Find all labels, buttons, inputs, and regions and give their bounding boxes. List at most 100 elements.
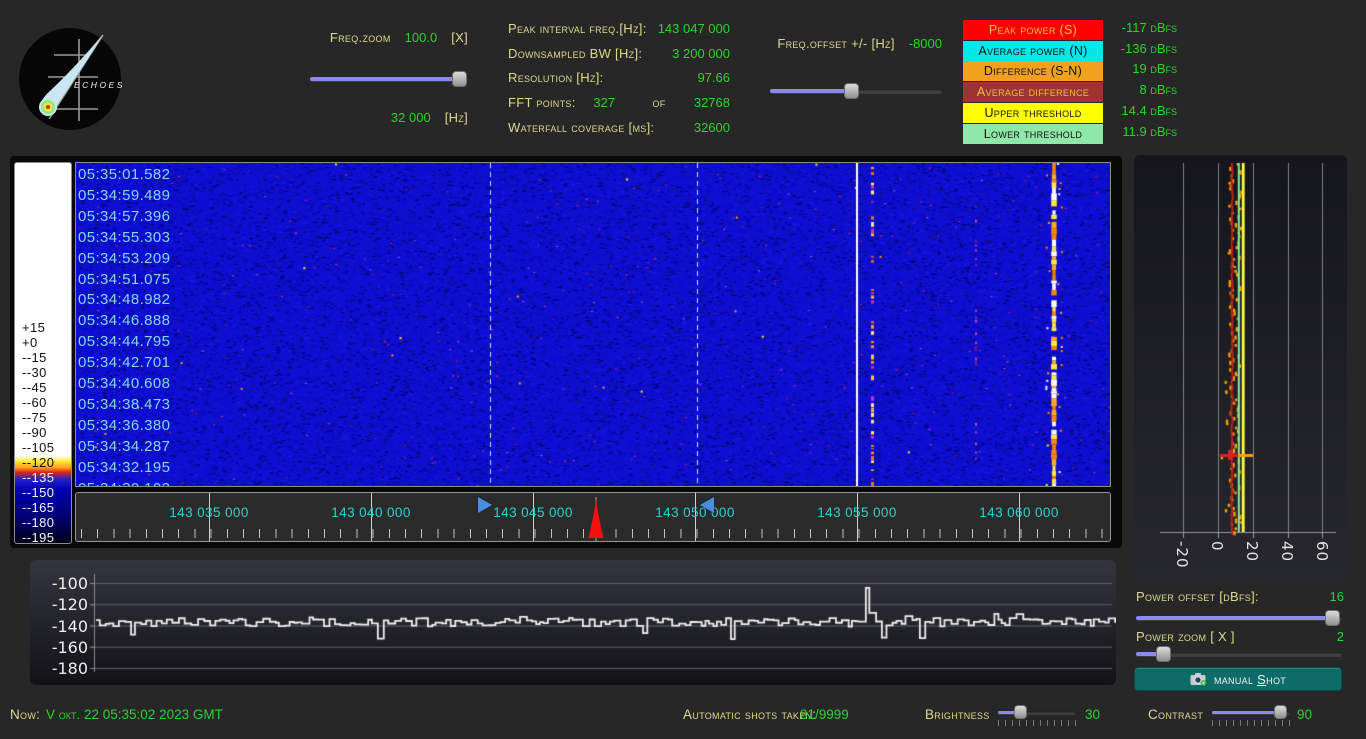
dbfs-scale-label: +15 xyxy=(22,320,46,335)
power-tick-label: 20 xyxy=(1242,541,1261,563)
peak-marker-icon xyxy=(588,497,604,542)
stat-label: FFT points: xyxy=(508,95,576,111)
stat-label: Resolution [Hz]: xyxy=(508,70,604,86)
power-offset-slider-handle[interactable] xyxy=(1324,610,1340,626)
freq-offset-slider-handle[interactable] xyxy=(843,83,859,99)
brightness-label: Brightness xyxy=(925,707,990,722)
dbfs-scale-label: --120 xyxy=(22,455,55,470)
timestamp-label: 05:34:38.473 xyxy=(78,395,171,413)
dbfs-scale-label: --150 xyxy=(22,485,55,500)
timestamp-label: 05:34:40.608 xyxy=(78,375,171,392)
stat-row: Resolution [Hz]: 97.66 xyxy=(508,70,732,95)
frequency-tick-label: 143 060 000 xyxy=(979,505,1059,520)
dbfs-scale-label: --30 xyxy=(22,365,47,380)
dbfs-scale-label: --60 xyxy=(22,395,47,410)
freq-zoom-value: 100.0 xyxy=(404,30,438,45)
stat-value-2: 143 047 000 xyxy=(657,21,730,36)
freq-zoom-slider[interactable] xyxy=(310,70,468,88)
contrast-ticks xyxy=(1212,720,1290,726)
dbfs-scale-label: --15 xyxy=(22,350,47,365)
dbfs-scale-label: --90 xyxy=(22,425,47,440)
power-zoom-value: 2 xyxy=(1336,629,1344,644)
dbfs-scale-label: --165 xyxy=(22,500,55,515)
timestamp-label: 05:34:42.701 xyxy=(78,354,171,372)
timestamp-label: 05:34:32.195 xyxy=(78,458,171,476)
stat-value-2: 97.66 xyxy=(697,70,730,86)
legend-button[interactable]: Lower threshold xyxy=(963,123,1103,144)
contrast-slider[interactable] xyxy=(1212,705,1290,719)
freq-offset-value: -8000 xyxy=(908,36,942,51)
timestamp-label: 05:34:51.075 xyxy=(78,270,171,288)
power-offset-label: Power offset [dBfs]: xyxy=(1136,589,1259,604)
stat-value-2: 32768 xyxy=(693,95,730,111)
interval-start-arrow-icon[interactable] xyxy=(478,497,492,513)
legend-row: Upper threshold 14.4 dBfs xyxy=(963,102,1181,124)
scope-tick-label: -160 xyxy=(51,637,88,657)
timestamp-label: 05:34:46.888 xyxy=(78,312,171,330)
dbfs-scale-label: --105 xyxy=(22,440,55,455)
power-zoom-slider[interactable] xyxy=(1136,645,1342,663)
brightness-slider[interactable] xyxy=(998,705,1076,719)
timestamp-label: 05:34:36.380 xyxy=(78,416,171,434)
timestamp-label: 05:34:53.209 xyxy=(78,249,171,267)
power-graph-canvas xyxy=(1134,155,1347,580)
interval-end-arrow-icon[interactable] xyxy=(700,497,714,513)
scope-tick-label: -140 xyxy=(51,616,88,636)
frequency-tick-label: 143 040 000 xyxy=(331,505,411,520)
legend-button[interactable]: Average difference xyxy=(963,82,1103,103)
power-zoom-label: Power zoom [ X ] xyxy=(1136,629,1235,644)
legend-readout: -136 dBfs xyxy=(1120,40,1177,56)
dbfs-scale-label: --135 xyxy=(22,470,55,485)
contrast-slider-handle[interactable] xyxy=(1273,705,1287,719)
frequency-tick-label: 143 045 000 xyxy=(493,505,573,520)
shots-taken-value: 81/9999 xyxy=(800,707,849,722)
dbfs-color-scale: +15 +0 --15 --30 --45 --60 --75 --90 --105 --120-… xyxy=(14,162,72,545)
freq-bw-row: 32 000 [Hz] xyxy=(308,110,468,125)
scope-tick-label: -120 xyxy=(51,595,88,615)
legend-row: Difference (S-N) 19 dBfs xyxy=(963,61,1181,82)
contrast-label: Contrast xyxy=(1148,707,1204,722)
dbfs-scale-label: +0 xyxy=(22,335,38,350)
freq-zoom-slider-handle[interactable] xyxy=(451,71,467,87)
freq-zoom-unit: [X] xyxy=(451,30,468,45)
stat-value-1: 327 xyxy=(593,95,615,111)
freq-bw-unit: [Hz] xyxy=(444,110,468,125)
power-offset-slider[interactable] xyxy=(1136,609,1342,627)
power-tick-label: 0 xyxy=(1207,541,1226,552)
frequency-tick-label: 143 050 000 xyxy=(655,505,735,520)
legend-row: Peak power (S) -117 dBfs xyxy=(963,20,1181,41)
power-tick-label: -20 xyxy=(1172,541,1191,569)
stat-row: Waterfall coverage [ms]: 32600 xyxy=(508,120,732,145)
timestamp-label: 05:34:55.303 xyxy=(78,228,171,246)
dbfs-scale-label: --195 xyxy=(22,530,55,545)
legend-button[interactable]: Difference (S-N) xyxy=(963,61,1103,82)
freq-zoom-row: Freq.zoom 100.0 [X] xyxy=(308,30,468,45)
now-label: Now: xyxy=(10,707,41,722)
legend-button[interactable]: Peak power (S) xyxy=(963,20,1103,40)
stat-row: Downsampled BW [Hz]: 3 200 000 xyxy=(508,46,732,71)
dbfs-scale-label: --45 xyxy=(22,380,47,395)
brightness-slider-handle[interactable] xyxy=(1014,705,1028,719)
timestamp-label: 05:34:44.795 xyxy=(78,333,171,351)
manual-shot-button[interactable]: manual Shot xyxy=(1134,667,1342,691)
freq-zoom-label: Freq.zoom xyxy=(329,30,391,45)
scope-tick-label: -100 xyxy=(51,574,88,593)
frequency-tick-label: 143 035 000 xyxy=(169,505,249,520)
legend-row: Average power (N) -136 dBfs xyxy=(963,40,1181,62)
stat-label: Waterfall coverage [ms]: xyxy=(508,119,655,135)
power-zoom-slider-handle[interactable] xyxy=(1155,646,1171,662)
freq-offset-label: Freq.offset +/- [Hz] xyxy=(777,36,895,51)
power-offset-row: Power offset [dBfs]: 16 xyxy=(1136,589,1344,604)
power-graph-panel[interactable]: -20 0 20 40 60 xyxy=(1134,155,1347,580)
freq-bw-value: 32 000 xyxy=(390,110,431,125)
freq-offset-slider[interactable] xyxy=(770,82,942,100)
legend-button[interactable]: Average power (N) xyxy=(963,40,1103,61)
frequency-scale[interactable]: 143 035 000 143 040 000 143 045 000 143 … xyxy=(75,492,1111,542)
power-zoom-row: Power zoom [ X ] 2 xyxy=(1136,629,1344,644)
legend-button[interactable]: Upper threshold xyxy=(963,102,1103,123)
timestamp-label: 05:34:30.102 xyxy=(78,480,170,487)
svg-text:ECHOES: ECHOES xyxy=(74,80,122,90)
timestamp-label: 05:34:34.287 xyxy=(78,437,171,455)
stat-value-2: 32600 xyxy=(693,119,730,135)
echoes-app: ECHOES Freq.zoom 100.0 [X] 32 000 [Hz] P… xyxy=(0,0,1366,739)
